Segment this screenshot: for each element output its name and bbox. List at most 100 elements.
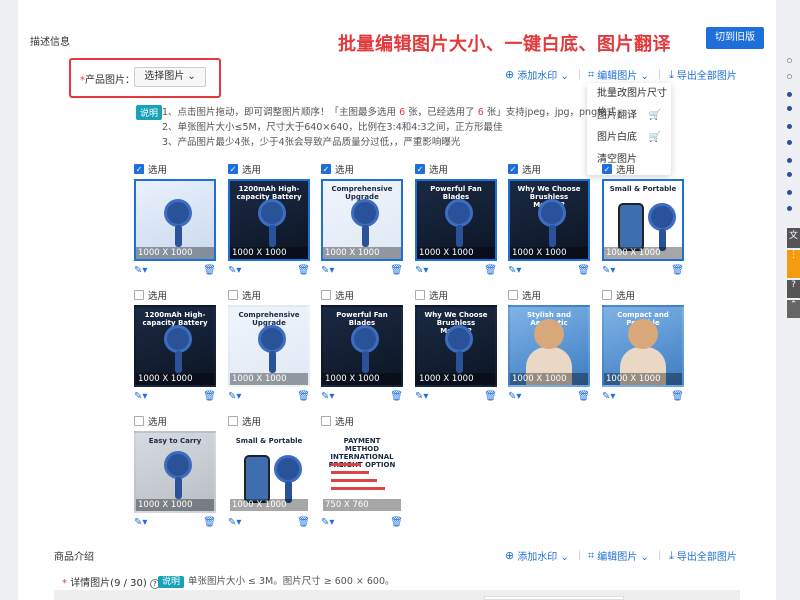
select-checkbox-row[interactable]: ✓ 选用 [228, 163, 310, 176]
trash-icon[interactable]: 🗑 [671, 391, 684, 403]
trash-icon[interactable]: 🗑 [203, 391, 216, 403]
magic-wand-icon[interactable]: ✎▾ [508, 265, 521, 277]
product-thumbnail[interactable]: 1000 X 1000 [134, 179, 216, 261]
select-checkbox-row[interactable]: 选用 [508, 289, 590, 302]
product-thumbnail[interactable]: PAYMENT METHOD INTERNATIONAL FREIGHT OPT… [321, 431, 403, 513]
product-thumbnail[interactable]: Easy to Carry 1000 X 1000 [134, 431, 216, 513]
select-checkbox[interactable]: ✓ [602, 164, 612, 174]
edit-image-tool-2[interactable]: ⌗ 编辑图片 ⌄ | [588, 548, 661, 564]
image-card[interactable]: 选用 Powerful Fan Blades 1000 X 1000 ✎▾ 🗑 [321, 289, 403, 403]
select-checkbox[interactable]: ✓ [415, 164, 425, 174]
magic-wand-icon[interactable]: ✎▾ [415, 391, 428, 403]
nav-anchor-dot[interactable] [787, 172, 792, 177]
menu-item-batch-resize[interactable]: 批量改图片尺寸 [587, 83, 671, 105]
image-card[interactable]: 选用 Why We Choose Brushless Motors?1000 X … [415, 289, 497, 403]
select-checkbox-row[interactable]: 选用 [134, 289, 216, 302]
nav-anchor-dot[interactable] [787, 206, 792, 211]
select-checkbox[interactable] [134, 416, 144, 426]
select-checkbox-row[interactable]: 选用 [415, 289, 497, 302]
trash-icon[interactable]: 🗑 [671, 265, 684, 277]
nav-anchor-dot[interactable] [787, 74, 792, 79]
image-card[interactable]: 选用 PAYMENT METHOD INTERNATIONAL FREIGHT O… [321, 415, 403, 529]
trash-icon[interactable]: 🗑 [484, 265, 497, 277]
nav-anchor-dot[interactable] [787, 124, 792, 129]
trash-icon[interactable]: 🗑 [390, 391, 403, 403]
product-thumbnail[interactable]: Comprehensive Upgrade 1000 X 1000 [228, 305, 310, 387]
select-checkbox[interactable]: ✓ [228, 164, 238, 174]
select-checkbox-row[interactable]: ✓ 选用 [134, 163, 216, 176]
select-checkbox[interactable]: ✓ [134, 164, 144, 174]
detail-input[interactable] [484, 596, 624, 600]
magic-wand-icon[interactable]: ✎▾ [321, 391, 334, 403]
select-checkbox[interactable]: ✓ [508, 164, 518, 174]
select-checkbox[interactable]: ✓ [321, 164, 331, 174]
image-card[interactable]: 选用 Easy to Carry 1000 X 1000 ✎▾ 🗑 [134, 415, 216, 529]
product-thumbnail[interactable]: 1200mAh High-capacity Battery 1000 X 1000 [228, 179, 310, 261]
image-card[interactable]: ✓ 选用 Powerful Fan Blades 1000 X 1000 ✎▾ 🗑 [415, 163, 497, 277]
product-thumbnail[interactable]: 1200mAh High-capacity Battery 1000 X 1000 [134, 305, 216, 387]
select-checkbox[interactable] [228, 416, 238, 426]
select-checkbox-row[interactable]: ✓ 选用 [508, 163, 590, 176]
translate-side-tab[interactable]: 文 [787, 228, 800, 248]
select-checkbox[interactable] [415, 290, 425, 300]
image-card[interactable]: ✓ 选用 1000 X 1000 ✎▾ 🗑 [134, 163, 216, 277]
add-watermark-tool-2[interactable]: ⊕ 添加水印 ⌄ | [505, 548, 581, 563]
image-card[interactable]: ✓ 选用 1200mAh High-capacity Battery 1000 X 1… [228, 163, 310, 277]
nav-anchor-dot[interactable] [787, 92, 792, 97]
product-thumbnail[interactable]: Powerful Fan Blades 1000 X 1000 [415, 179, 497, 261]
product-thumbnail[interactable]: Comprehensive Upgrade 1000 X 1000 [321, 179, 403, 261]
image-card[interactable]: 选用 1200mAh High-capacity Battery 1000 X 10… [134, 289, 216, 403]
back-to-top-tab[interactable]: ⌃ [787, 300, 800, 318]
nav-anchor-dot[interactable] [787, 106, 792, 111]
select-checkbox-row[interactable]: 选用 [228, 289, 310, 302]
trash-icon[interactable]: 🗑 [484, 391, 497, 403]
product-thumbnail[interactable]: Compact and Portable1000 X 1000 [602, 305, 684, 387]
magic-wand-icon[interactable]: ✎▾ [228, 517, 241, 529]
magic-wand-icon[interactable]: ✎▾ [134, 391, 147, 403]
trash-icon[interactable]: 🗑 [390, 517, 403, 529]
nav-anchor-dot[interactable] [787, 190, 792, 195]
image-card[interactable]: ✓ 选用 Why We Choose Brushless Motors?1000 X… [508, 163, 590, 277]
select-checkbox[interactable] [508, 290, 518, 300]
product-thumbnail[interactable]: Small & Portable 1000 X 1000 [228, 431, 310, 513]
switch-old-version-button[interactable]: 切到旧版 [706, 27, 764, 49]
product-thumbnail[interactable]: Powerful Fan Blades 1000 X 1000 [321, 305, 403, 387]
select-checkbox[interactable] [602, 290, 612, 300]
export-all-tool[interactable]: ⤓ 导出全部图片 [669, 67, 737, 83]
select-checkbox-row[interactable]: 选用 [321, 289, 403, 302]
select-checkbox[interactable] [321, 416, 331, 426]
product-thumbnail[interactable]: Why We Choose Brushless Motors?1000 X 10… [415, 305, 497, 387]
trash-icon[interactable]: 🗑 [577, 391, 590, 403]
trash-icon[interactable]: 🗑 [203, 265, 216, 277]
select-checkbox-row[interactable]: ✓ 选用 [602, 163, 684, 176]
trash-icon[interactable]: 🗑 [297, 265, 310, 277]
magic-wand-icon[interactable]: ✎▾ [602, 391, 615, 403]
magic-wand-icon[interactable]: ✎▾ [134, 517, 147, 529]
magic-wand-icon[interactable]: ✎▾ [415, 265, 428, 277]
magic-wand-icon[interactable]: ✎▾ [508, 391, 521, 403]
trash-icon[interactable]: 🗑 [297, 517, 310, 529]
image-card[interactable]: 选用 Stylish and Aesthetic1000 X 1000 ✎▾ 🗑 [508, 289, 590, 403]
select-checkbox-row[interactable]: 选用 [602, 289, 684, 302]
image-card[interactable]: 选用 Comprehensive Upgrade 1000 X 1000 ✎▾ 🗑 [228, 289, 310, 403]
magic-wand-icon[interactable]: ✎▾ [134, 265, 147, 277]
select-checkbox-row[interactable]: 选用 [321, 415, 403, 428]
image-card[interactable]: 选用 Small & Portable 1000 X 1000 ✎▾ 🗑 [228, 415, 310, 529]
select-checkbox[interactable] [134, 290, 144, 300]
export-all-tool-2[interactable]: ⤓ 导出全部图片 [669, 548, 737, 564]
magic-wand-icon[interactable]: ✎▾ [321, 517, 334, 529]
side-tab-orange[interactable]: ⋮ [787, 250, 800, 278]
magic-wand-icon[interactable]: ✎▾ [602, 265, 615, 277]
nav-anchor-dot[interactable] [787, 158, 792, 163]
nav-anchor-dot[interactable] [787, 140, 792, 145]
magic-wand-icon[interactable]: ✎▾ [228, 391, 241, 403]
edit-image-tool[interactable]: ⌗ 编辑图片 ⌄ | [588, 67, 661, 83]
trash-icon[interactable]: 🗑 [390, 265, 403, 277]
magic-wand-icon[interactable]: ✎▾ [321, 265, 334, 277]
image-card[interactable]: ✓ 选用 Small & Portable 1000 X 1000 ✎▾ 🗑 [602, 163, 684, 277]
trash-icon[interactable]: 🗑 [577, 265, 590, 277]
product-thumbnail[interactable]: Stylish and Aesthetic1000 X 1000 [508, 305, 590, 387]
select-checkbox-row[interactable]: 选用 [134, 415, 216, 428]
product-thumbnail[interactable]: Small & Portable 1000 X 1000 [602, 179, 684, 261]
select-checkbox-row[interactable]: 选用 [228, 415, 310, 428]
